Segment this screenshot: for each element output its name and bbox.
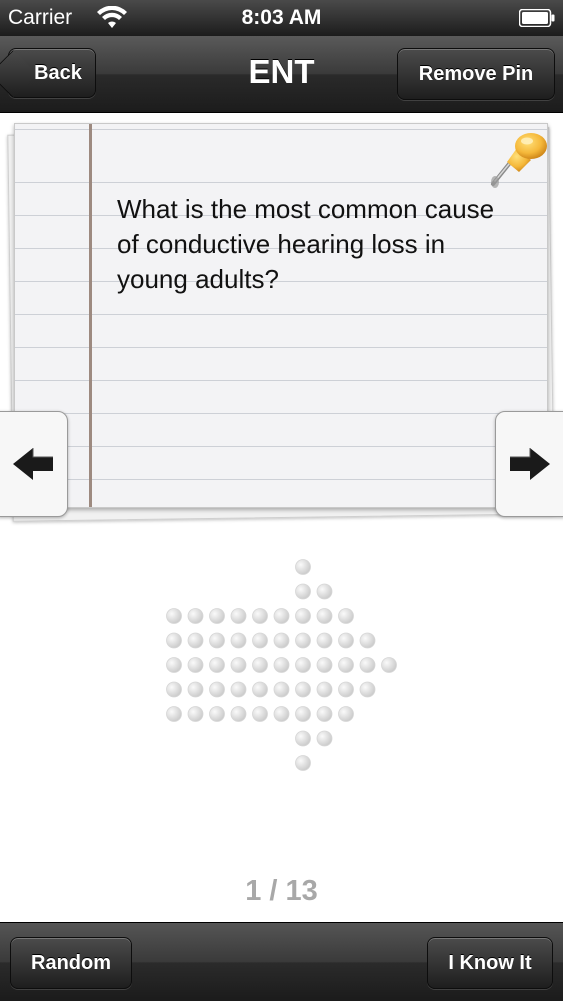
hint-dot xyxy=(209,608,225,624)
hint-dot xyxy=(252,681,268,698)
hint-dot xyxy=(209,681,225,698)
hint-dot xyxy=(359,632,376,649)
hint-dot xyxy=(359,657,376,673)
arrow-left-icon xyxy=(13,448,53,480)
hint-dot xyxy=(209,657,225,673)
hint-dot xyxy=(230,632,247,649)
flashcard[interactable]: What is the most common cause of conduct… xyxy=(14,123,548,508)
status-time: 8:03 AM xyxy=(241,6,322,29)
hint-dot xyxy=(230,681,247,698)
dotted-arrow-right-icon xyxy=(166,559,397,771)
hint-dot xyxy=(273,681,290,698)
hint-dot xyxy=(166,608,182,624)
hint-dot xyxy=(295,730,311,747)
hint-dot xyxy=(252,657,268,673)
back-button[interactable]: Back xyxy=(8,48,96,98)
hint-dot xyxy=(316,583,333,600)
bottom-toolbar: Random I Know It xyxy=(0,922,563,1001)
hint-dot xyxy=(252,632,268,649)
card-margin-line xyxy=(89,124,92,507)
hint-dot xyxy=(187,681,204,698)
hint-dot xyxy=(166,681,182,698)
battery-icon xyxy=(519,9,555,27)
hint-dot xyxy=(295,583,311,600)
random-button[interactable]: Random xyxy=(10,937,132,989)
flashcard-stack: What is the most common cause of conduct… xyxy=(0,113,563,525)
card-question: What is the most common cause of conduct… xyxy=(117,194,495,294)
remove-pin-button[interactable]: Remove Pin xyxy=(397,48,555,100)
hint-dot xyxy=(230,706,247,722)
hint-dot xyxy=(338,608,354,624)
hint-dot xyxy=(166,632,182,649)
previous-card-button[interactable] xyxy=(0,411,68,517)
hint-dot xyxy=(273,632,290,649)
pushpin-icon xyxy=(491,133,547,188)
hint-dot xyxy=(187,657,204,673)
hint-dot xyxy=(316,608,333,624)
hint-dot xyxy=(166,657,182,673)
hint-dot xyxy=(166,706,182,722)
hint-dot xyxy=(252,706,268,722)
hint-dot xyxy=(230,657,247,673)
page-counter: 1 / 13 xyxy=(245,875,318,907)
hint-dot xyxy=(338,657,354,673)
hint-dot xyxy=(359,681,376,698)
hint-dot xyxy=(316,681,333,698)
hint-dot xyxy=(230,608,247,624)
hint-dot xyxy=(295,681,311,698)
hint-dot xyxy=(338,681,354,698)
hint-dot xyxy=(273,657,290,673)
hint-dot xyxy=(381,657,397,673)
arrow-right-icon xyxy=(510,448,550,480)
next-card-button[interactable] xyxy=(495,411,563,517)
hint-dot xyxy=(295,559,311,575)
hint-dot xyxy=(295,657,311,673)
hint-dot xyxy=(252,608,268,624)
status-bar: Carrier 8:03 AM xyxy=(0,0,563,36)
hint-dot xyxy=(338,706,354,722)
hint-dot xyxy=(295,608,311,624)
hint-dot xyxy=(295,755,311,771)
hint-dot xyxy=(273,706,290,722)
hint-dot xyxy=(187,608,204,624)
hint-dot xyxy=(295,706,311,722)
hint-dot xyxy=(316,632,333,649)
navigation-bar: Back ENT Remove Pin xyxy=(0,36,563,113)
hint-dot xyxy=(187,632,204,649)
hint-dot xyxy=(209,632,225,649)
hint-dot xyxy=(209,706,225,722)
hint-dot xyxy=(316,706,333,722)
hint-dot xyxy=(187,706,204,722)
hint-dot xyxy=(316,730,333,747)
hint-dot xyxy=(295,632,311,649)
i-know-it-button[interactable]: I Know It xyxy=(427,937,553,989)
hint-dot xyxy=(273,608,290,624)
hint-dot xyxy=(338,632,354,649)
hint-dot xyxy=(316,657,333,673)
